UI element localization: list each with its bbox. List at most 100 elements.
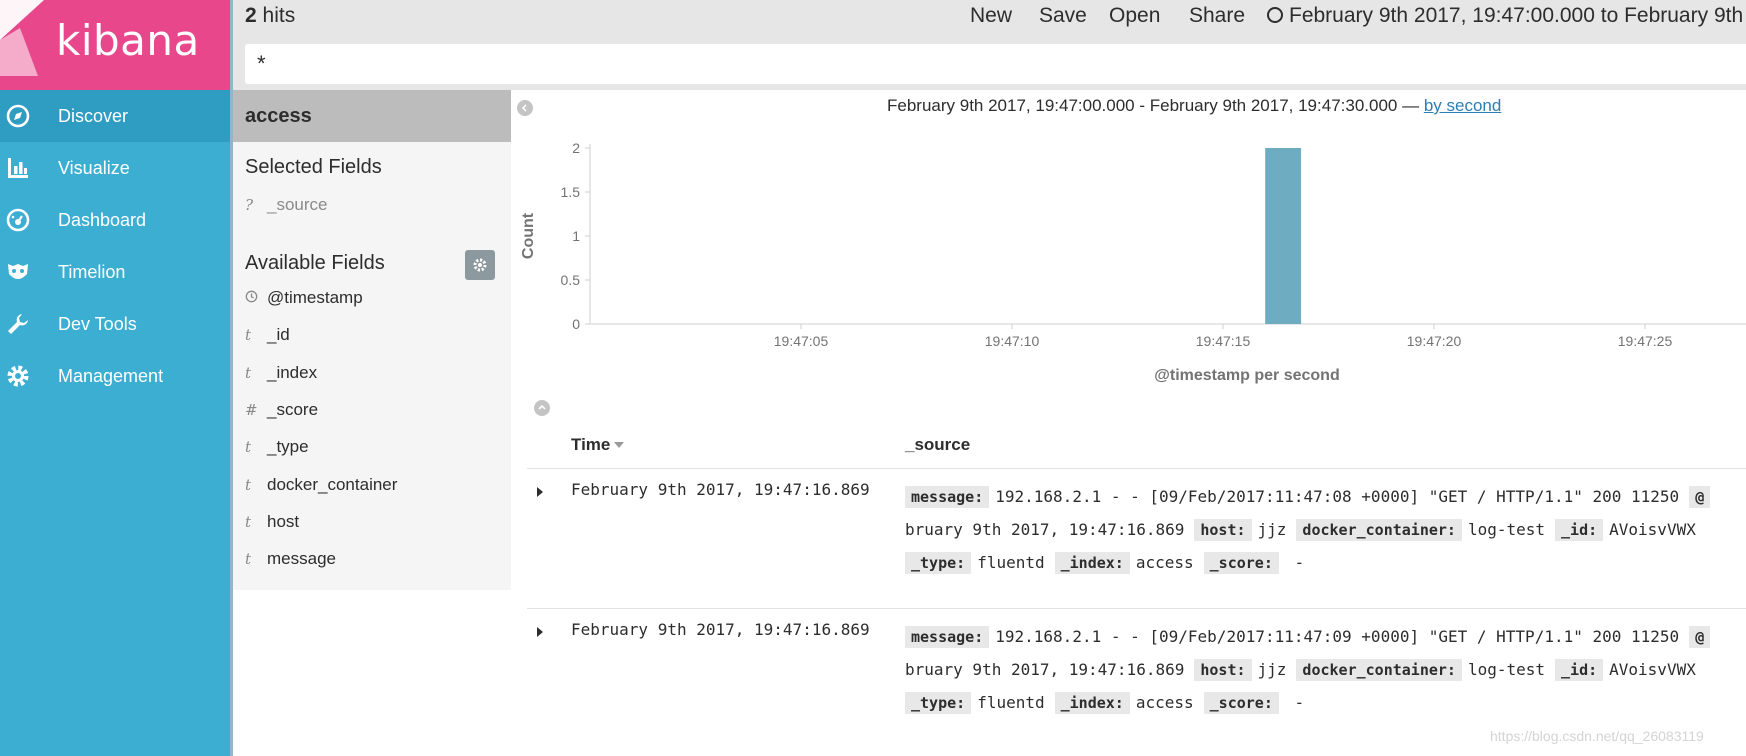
source-line: bruary 9th 2017, 19:47:16.869 host: jjz doc… [905, 513, 1746, 546]
source-key: docker_container: [1296, 519, 1462, 541]
sort-desc-icon[interactable] [614, 442, 625, 448]
new-button[interactable]: New [970, 4, 1012, 28]
row-time: February 9th 2017, 19:47:16.869 [571, 620, 870, 639]
unknown-type-icon: ? [245, 196, 254, 214]
open-button[interactable]: Open [1109, 4, 1160, 28]
row-source: message: 192.168.2.1 - - [09/Feb/2017:11:… [905, 480, 1746, 579]
source-value: jjz [1257, 520, 1287, 539]
source-value: bruary 9th 2017, 19:47:16.869 [905, 660, 1185, 679]
source-value: bruary 9th 2017, 19:47:16.869 [905, 520, 1185, 539]
field-item-docker-container[interactable]: t docker_container [245, 475, 397, 495]
field-name: _index [267, 362, 318, 382]
sidebar-item-timelion[interactable]: Timelion [0, 246, 230, 298]
field-name: @timestamp [267, 288, 363, 307]
bar-chart-icon [4, 154, 32, 182]
field-item-source[interactable]: ? _source [245, 195, 327, 215]
save-button[interactable]: Save [1039, 4, 1087, 28]
index-pattern-selector[interactable]: access [233, 90, 511, 142]
share-button[interactable]: Share [1189, 4, 1245, 28]
source-value: fluentd [977, 693, 1045, 712]
field-name: docker_container [267, 474, 398, 494]
string-type-icon: t [245, 363, 252, 382]
field-name: _source [267, 195, 328, 214]
row-time: February 9th 2017, 19:47:16.869 [571, 480, 870, 499]
sidebar-item-label: Dev Tools [58, 313, 137, 334]
source-value: AVoisvVWX [1609, 660, 1696, 679]
dashboard-gauge-icon [4, 206, 32, 234]
expand-row-icon[interactable] [537, 487, 543, 497]
index-pattern-name: access [245, 104, 312, 127]
wrench-icon [4, 310, 32, 338]
source-value: AVoisvVWX [1609, 520, 1696, 539]
field-item-host[interactable]: t host [245, 512, 299, 532]
sidebar: kibana Discover Visualize Dashboard Timelio… [0, 0, 230, 756]
source-value: jjz [1257, 660, 1287, 679]
source-value: 192.168.2.1 - - [09/Feb/2017:11:47:09 +0… [995, 627, 1680, 646]
time-column-header[interactable]: Time [571, 435, 625, 455]
number-type-icon: # [245, 400, 258, 419]
field-name: _id [267, 325, 290, 345]
histogram-header: February 9th 2017, 19:47:00.000 - Februa… [511, 96, 1746, 116]
kibana-logo[interactable]: kibana [0, 0, 230, 90]
row-divider [527, 608, 1746, 609]
source-key: host: [1194, 659, 1252, 681]
source-line: message: 192.168.2.1 - - [09/Feb/2017:11:… [905, 480, 1746, 513]
field-item-index[interactable]: t _index [245, 363, 317, 383]
selected-fields-title: Selected Fields [245, 156, 382, 178]
histogram-chart: 0 0.5 1 1.5 2 19:47:05 19:47:10 19:47:15 19:47:2… [520, 140, 1746, 384]
source-column-header: _source [905, 435, 971, 454]
time-picker-button[interactable]: February 9th 2017, 19:47:00.000 to Febru… [1267, 4, 1746, 28]
x-axis-title: @timestamp per second [1154, 367, 1339, 384]
source-key: _id: [1555, 659, 1604, 681]
source-value: log-test [1467, 520, 1546, 539]
row-source: message: 192.168.2.1 - - [09/Feb/2017:11:… [905, 620, 1746, 719]
y-tick-label: 1.5 [561, 184, 581, 200]
sidebar-item-label: Visualize [58, 157, 130, 178]
field-item-id[interactable]: t _id [245, 325, 290, 345]
top-nav: 2 hits New Save Open Share February 9th … [233, 0, 1746, 90]
x-tick-label: 19:47:15 [1196, 333, 1251, 349]
sidebar-item-label: Discover [58, 105, 129, 126]
source-key: _id: [1555, 519, 1604, 541]
x-tick-label: 19:47:20 [1407, 333, 1462, 349]
field-item-score[interactable]: # _score [245, 400, 318, 420]
string-type-icon: t [245, 326, 252, 345]
search-bar [245, 44, 1746, 84]
string-type-icon: t [245, 475, 252, 494]
gear-icon [473, 258, 487, 272]
clock-icon [1267, 7, 1283, 23]
search-input[interactable] [257, 50, 1737, 78]
source-value: fluentd [977, 553, 1045, 572]
collapse-chart-button[interactable] [534, 400, 550, 416]
field-name: _score [267, 399, 319, 419]
source-value: 192.168.2.1 - - [09/Feb/2017:11:47:08 +0… [995, 487, 1680, 506]
sidebar-item-dev-tools[interactable]: Dev Tools [0, 298, 230, 350]
source-line: _type: fluentd _index: access _score: - [905, 686, 1746, 719]
sidebar-item-visualize[interactable]: Visualize [0, 142, 230, 194]
field-settings-button[interactable] [465, 250, 495, 280]
expand-row-icon[interactable] [537, 627, 543, 637]
x-tick-label: 19:47:10 [985, 333, 1040, 349]
source-line: bruary 9th 2017, 19:47:16.869 host: jjz doc… [905, 653, 1746, 686]
source-key: _type: [905, 552, 972, 574]
string-type-icon: t [245, 512, 252, 531]
y-axis-title: Count [520, 212, 537, 259]
sidebar-item-dashboard[interactable]: Dashboard [0, 194, 230, 246]
field-item-type[interactable]: t _type [245, 437, 309, 457]
timelion-mask-icon [4, 258, 32, 286]
sidebar-item-discover[interactable]: Discover [0, 90, 230, 142]
date-type-icon [245, 289, 267, 307]
y-tick-label: 0.5 [561, 272, 581, 288]
histogram-bar [1265, 148, 1302, 324]
source-value: - [1284, 553, 1305, 572]
interval-link[interactable]: by second [1424, 96, 1502, 115]
sidebar-item-label: Dashboard [58, 209, 147, 230]
sidebar-item-management[interactable]: Management [0, 350, 230, 402]
hits-count: 2 [245, 4, 257, 27]
field-item-message[interactable]: t message [245, 549, 336, 569]
source-key: _score: [1203, 552, 1279, 574]
y-tick-label: 1 [572, 228, 580, 244]
field-name: _type [267, 437, 309, 457]
source-key: @ [1689, 626, 1711, 648]
field-item-timestamp[interactable]: @timestamp [245, 288, 363, 308]
